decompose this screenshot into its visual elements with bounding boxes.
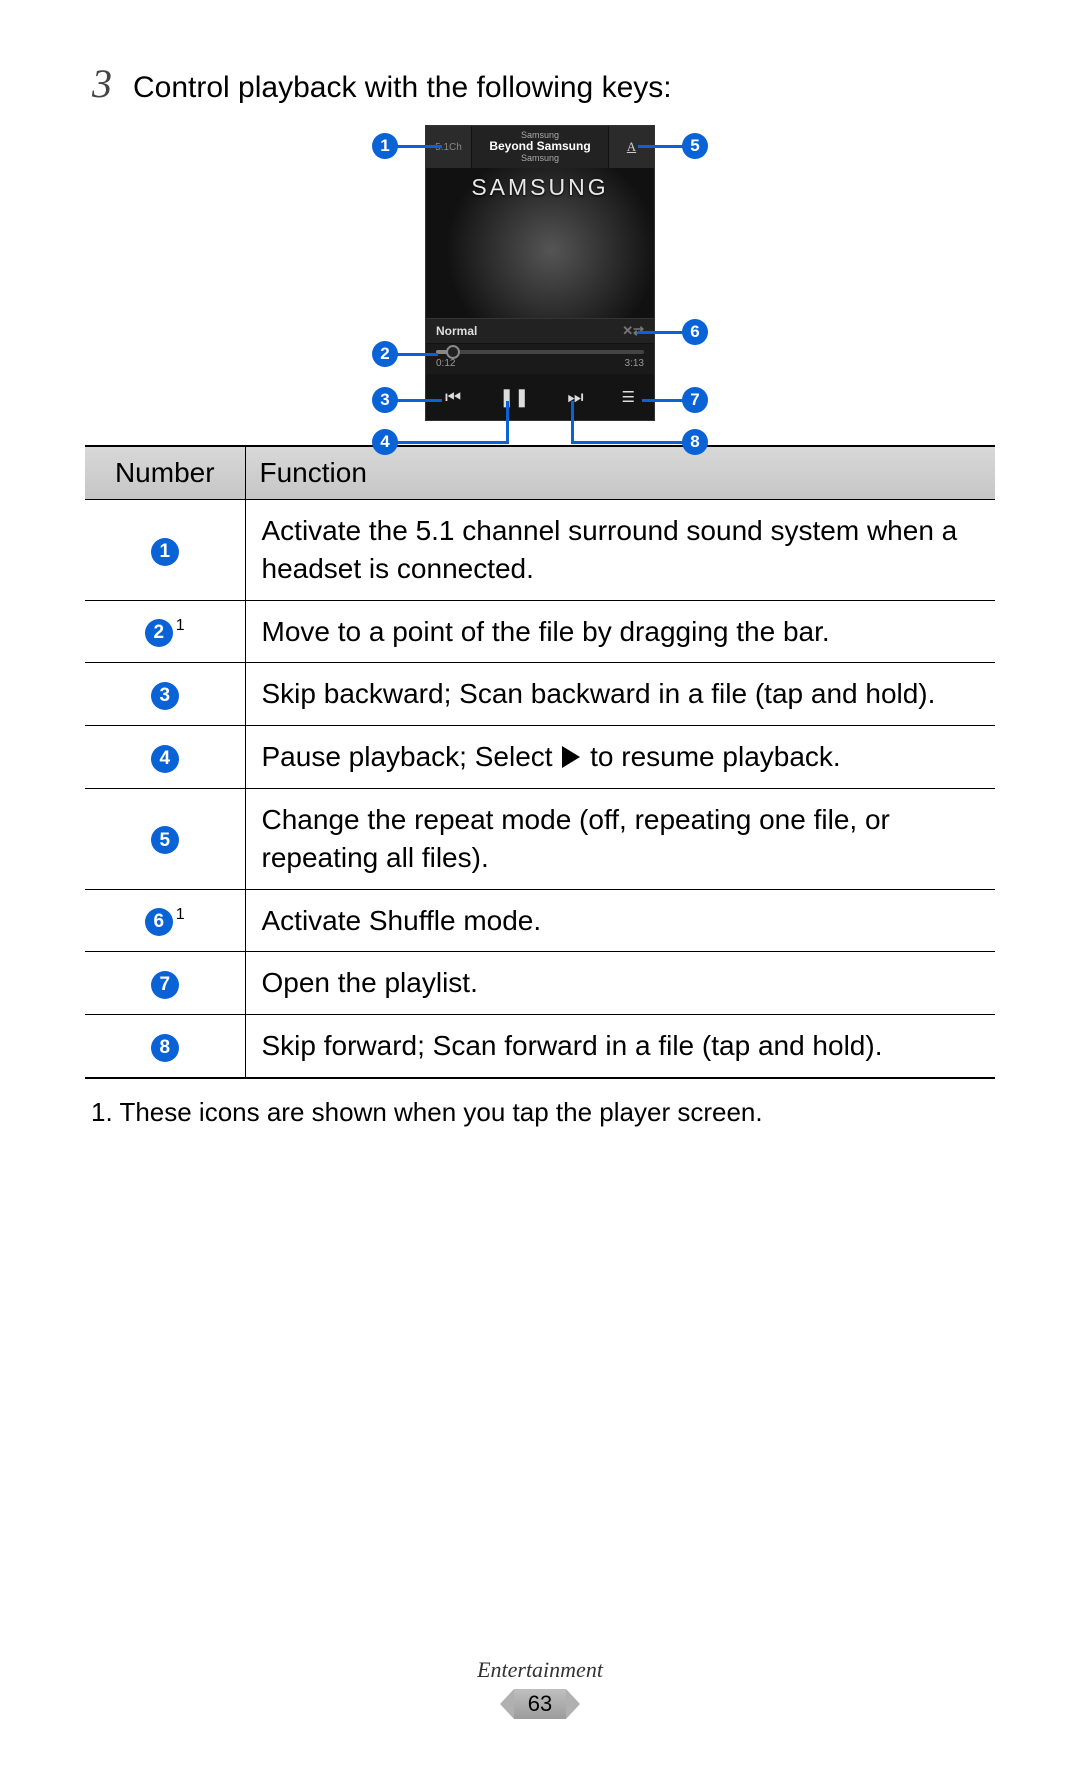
row-func: Move to a point of the file by dragging … (245, 600, 995, 663)
track-info: Samsung Beyond Samsung Samsung (472, 126, 608, 168)
row-badge: 4 (151, 745, 179, 773)
row-func: Pause playback; Select to resume playbac… (245, 726, 995, 789)
player-diagram: 1 2 3 4 5 6 7 8 5.1Ch Samsung Beyond (370, 125, 710, 421)
table-row: 8 Skip forward; Scan forward in a file (… (85, 1015, 995, 1078)
step-line: 3 Control playback with the following ke… (85, 60, 995, 107)
row-badge: 3 (151, 682, 179, 710)
page-number: 63 (514, 1689, 566, 1719)
th-function: Function (245, 446, 995, 500)
progress-thumb[interactable] (446, 345, 460, 359)
row-func: Activate the 5.1 channel surround sound … (245, 500, 995, 601)
step-text: Control playback with the following keys… (133, 71, 672, 105)
skip-fwd-icon[interactable]: ⏭ (567, 387, 583, 408)
callout-line (571, 441, 684, 444)
row-func: Activate Shuffle mode. (245, 889, 995, 952)
skip-back-icon[interactable]: ⏮ (445, 387, 461, 408)
row-badge: 1 (151, 538, 179, 566)
row-badge: 6 (145, 908, 173, 936)
pause-icon[interactable]: ❚❚ (499, 387, 529, 408)
table-row: 21 Move to a point of the file by draggi… (85, 600, 995, 663)
table-row: 4 Pause playback; Select to resume playb… (85, 726, 995, 789)
callout-7: 7 (682, 387, 708, 413)
row-sup: 1 (176, 617, 185, 634)
section-name: Entertainment (0, 1657, 1080, 1683)
callout-6: 6 (682, 319, 708, 345)
callout-line (638, 145, 684, 148)
callout-line (571, 401, 574, 444)
table-row: 5 Change the repeat mode (off, repeating… (85, 788, 995, 889)
callout-1: 1 (372, 133, 398, 159)
progress-area: 0:12 3:13 (426, 344, 654, 374)
player-mock: 5.1Ch Samsung Beyond Samsung Samsung A S… (425, 125, 655, 421)
page-footer: Entertainment 63 (0, 1657, 1080, 1719)
row-func: Change the repeat mode (off, repeating o… (245, 788, 995, 889)
row-func: Skip forward; Scan forward in a file (ta… (245, 1015, 995, 1078)
table-row: 7 Open the playlist. (85, 952, 995, 1015)
repeat-label: A (627, 139, 636, 155)
step-number: 3 (85, 60, 119, 107)
callout-line (506, 401, 509, 444)
th-number: Number (85, 446, 245, 500)
callout-line (638, 331, 684, 334)
function-table: Number Function 1 Activate the 5.1 chann… (85, 445, 995, 1079)
footnote: 1. These icons are shown when you tap th… (85, 1097, 995, 1128)
callout-3: 3 (372, 387, 398, 413)
row-sup: 1 (176, 906, 185, 923)
time-elapsed: 0:12 (436, 358, 455, 369)
callout-line (396, 353, 438, 356)
artist-bottom: Samsung (521, 154, 559, 164)
table-row: 61 Activate Shuffle mode. (85, 889, 995, 952)
eq-label: Normal (436, 324, 477, 338)
callout-2: 2 (372, 341, 398, 367)
time-total: 3:13 (625, 358, 644, 369)
callout-line (396, 441, 509, 444)
table-row: 1 Activate the 5.1 channel surround soun… (85, 500, 995, 601)
album-logo: SAMSUNG (426, 174, 654, 201)
callout-5: 5 (682, 133, 708, 159)
table-row: 3 Skip backward; Scan backward in a file… (85, 663, 995, 726)
row-badge: 5 (151, 826, 179, 854)
callout-line (642, 399, 684, 402)
row-func-post: to resume playback. (582, 741, 840, 772)
play-icon (562, 746, 580, 768)
callout-8: 8 (682, 429, 708, 455)
callout-4: 4 (372, 429, 398, 455)
playlist-icon[interactable]: ☰ (622, 388, 635, 406)
callout-line (396, 145, 442, 148)
progress-bar[interactable] (436, 350, 644, 354)
row-func: Skip backward; Scan backward in a file (… (245, 663, 995, 726)
track-title: Beyond Samsung (489, 140, 590, 153)
row-badge: 7 (151, 971, 179, 999)
row-func-pre: Pause playback; Select (262, 741, 561, 772)
row-func: Open the playlist. (245, 952, 995, 1015)
row-badge: 8 (151, 1034, 179, 1062)
album-art[interactable]: SAMSUNG (426, 168, 654, 318)
row-badge: 2 (145, 619, 173, 647)
callout-line (396, 399, 442, 402)
